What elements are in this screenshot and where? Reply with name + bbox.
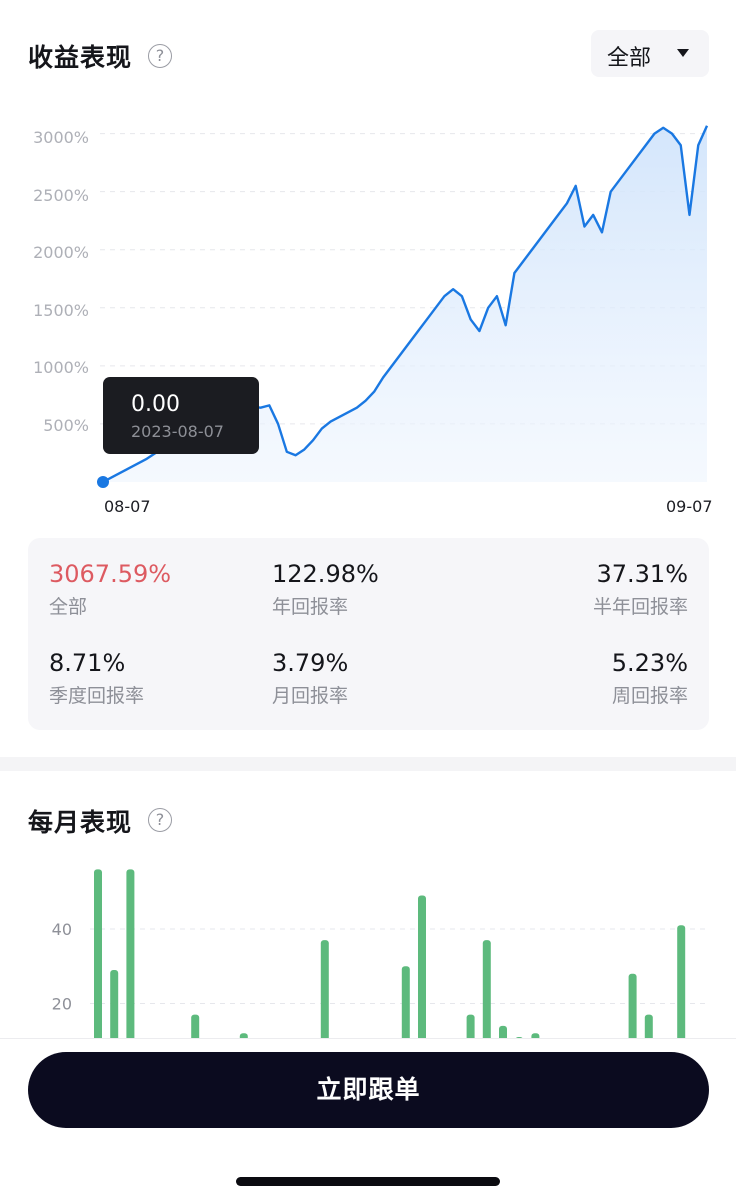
performance-chart[interactable]: 3000% 2500% 2000% 1500% 1000% 500% 08-07… — [0, 100, 736, 530]
stat-total: 3067.59% 全部 — [49, 560, 171, 619]
performance-chart-svg — [97, 125, 709, 488]
y-tick-label: 2500% — [33, 186, 89, 205]
monthly-title: 每月表现 — [28, 808, 133, 837]
y-tick-label: 2000% — [33, 243, 89, 262]
month-bar — [482, 940, 491, 1050]
home-indicator — [236, 1177, 500, 1186]
stat-value: 122.98% — [272, 560, 379, 588]
month-bar — [191, 1014, 200, 1050]
month-bar — [126, 869, 135, 1050]
month-bar — [644, 1014, 653, 1050]
monthly-chart-svg: 2040 — [52, 869, 709, 1050]
y-tick-label: 1500% — [33, 301, 89, 320]
section-divider — [0, 757, 736, 771]
y-tick-label: 500% — [43, 416, 89, 435]
month-bar — [401, 966, 410, 1050]
chevron-down-icon — [677, 49, 689, 57]
stat-label: 年回报率 — [272, 596, 349, 618]
follow-button[interactable]: 立即跟单 — [28, 1052, 709, 1128]
stat-weekly: 5.23% 周回报率 — [612, 649, 688, 708]
stat-value: 3067.59% — [49, 560, 172, 588]
y-tick-label: 40 — [52, 920, 72, 939]
tooltip-value: 0.00 — [131, 392, 180, 417]
month-bar — [110, 969, 119, 1050]
month-bar — [466, 1014, 475, 1050]
stats-card: 3067.59% 全部 122.98% 年回报率 37.31% 半年回报率 8.… — [28, 538, 709, 730]
tooltip-date: 2023-08-07 — [131, 422, 224, 441]
stat-label: 季度回报率 — [49, 685, 145, 707]
performance-help-icon[interactable]: ? — [148, 44, 172, 68]
range-selector-label: 全部 — [607, 46, 652, 71]
x-tick-label: 08-07 — [104, 497, 151, 516]
month-bar — [320, 940, 329, 1050]
stat-annual: 122.98% 年回报率 — [272, 560, 379, 619]
month-bar — [94, 869, 102, 1050]
stat-value: 37.31% — [596, 560, 688, 588]
stat-half-year: 37.31% 半年回报率 — [593, 560, 688, 619]
month-bar — [418, 895, 426, 1050]
stat-quarterly: 8.71% 季度回报率 — [49, 649, 144, 708]
stat-value: 8.71% — [49, 649, 126, 677]
y-tick-label: 3000% — [33, 128, 89, 147]
month-bar — [628, 973, 637, 1050]
stat-value: 5.23% — [611, 649, 688, 677]
range-selector[interactable]: 全部 — [591, 30, 709, 77]
monthly-chart[interactable]: 20 40 — [0, 850, 736, 1050]
month-bar — [677, 925, 686, 1050]
stat-label: 全部 — [49, 596, 88, 618]
y-tick-label: 1000% — [33, 358, 89, 377]
y-tick-label: 20 — [52, 995, 72, 1014]
x-tick-label: 09-07 — [666, 497, 713, 516]
performance-title: 收益表现 — [28, 43, 133, 72]
stat-label: 半年回报率 — [592, 596, 688, 618]
monthly-help-icon[interactable]: ? — [148, 808, 172, 832]
stat-label: 月回报率 — [272, 685, 349, 707]
selected-point — [97, 476, 109, 488]
stat-monthly: 3.79% 月回报率 — [272, 649, 348, 708]
stat-label: 周回报率 — [611, 685, 688, 707]
chart-tooltip: 0.00 2023-08-07 — [103, 377, 259, 454]
stat-value: 3.79% — [272, 649, 349, 677]
